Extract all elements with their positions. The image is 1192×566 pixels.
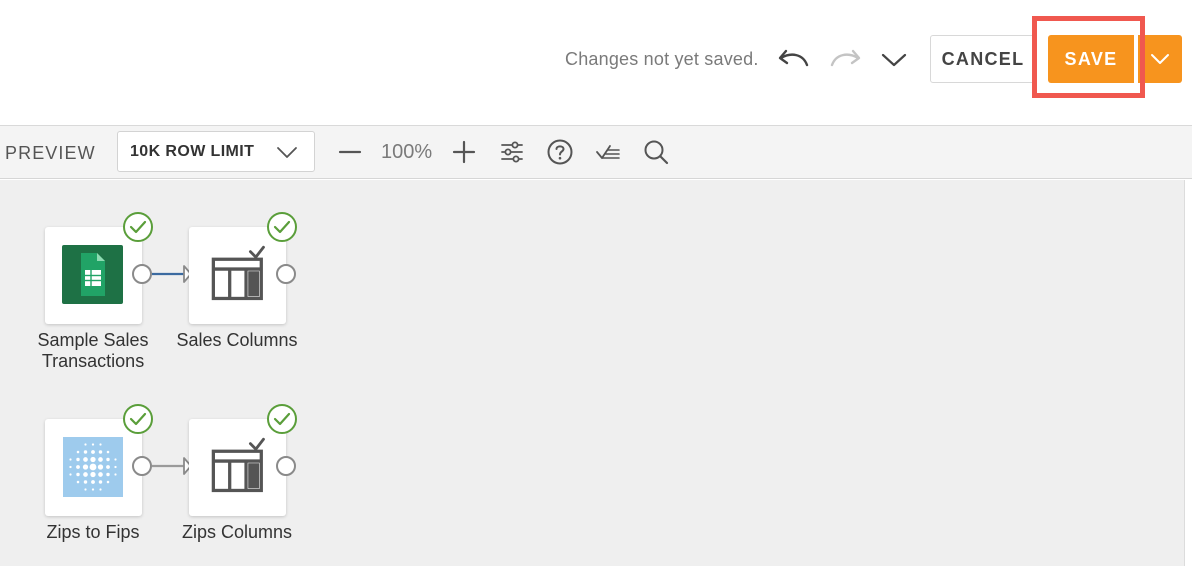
status-badge xyxy=(123,212,153,242)
header-bar: Changes not yet saved. CANCEL SAVE xyxy=(0,0,1192,126)
node-label: Sample Sales Transactions xyxy=(18,330,168,372)
settings-sliders-icon xyxy=(501,141,523,163)
select-columns-icon xyxy=(211,437,265,493)
node-output-port[interactable] xyxy=(276,264,296,284)
settings-button[interactable] xyxy=(494,134,530,170)
zoom-out-icon xyxy=(338,150,362,154)
node-label-line-2: Transactions xyxy=(41,351,145,371)
zoom-level: 100% xyxy=(381,141,433,163)
check-icon xyxy=(129,220,147,234)
dataset-icon xyxy=(69,443,117,491)
zoom-out-button[interactable] xyxy=(332,134,368,170)
select-columns-icon xyxy=(211,245,265,301)
node-label: Sales Columns xyxy=(176,330,298,350)
preview-label: PREVIEW xyxy=(5,143,96,163)
help-icon xyxy=(547,139,573,165)
save-status-text: Changes not yet saved. xyxy=(565,49,759,69)
row-limit-dropdown[interactable]: 10K ROW LIMIT xyxy=(117,131,315,172)
status-badge xyxy=(267,404,297,434)
chevron-down-icon xyxy=(1151,54,1169,64)
redo-icon xyxy=(830,49,861,67)
node-label-line-1: Sample Sales xyxy=(37,330,149,350)
google-sheets-icon xyxy=(81,253,105,296)
chevron-down-icon xyxy=(277,147,297,158)
canvas-toolbar: PREVIEW 10K ROW LIMIT 100% xyxy=(0,126,1192,179)
canvas-scrollbar[interactable] xyxy=(1184,180,1192,566)
flow-edge-zips xyxy=(152,457,192,475)
status-badge xyxy=(267,212,297,242)
undo-button[interactable] xyxy=(774,40,814,80)
undo-icon xyxy=(778,49,809,67)
node-label: Zips to Fips xyxy=(46,522,140,542)
flow-edge-sales xyxy=(152,265,192,283)
cancel-button[interactable]: CANCEL xyxy=(930,35,1036,83)
search-icon xyxy=(644,140,669,165)
validate-icon xyxy=(596,145,620,159)
chevron-down-icon xyxy=(881,53,907,67)
save-button[interactable]: SAVE xyxy=(1048,35,1134,83)
flow-canvas[interactable] xyxy=(0,180,1192,566)
node-output-port[interactable] xyxy=(276,456,296,476)
zoom-in-button[interactable] xyxy=(446,134,482,170)
validate-button[interactable] xyxy=(590,134,626,170)
row-limit-value: 10K ROW LIMIT xyxy=(130,143,255,160)
status-badge xyxy=(123,404,153,434)
node-sales-columns[interactable] xyxy=(189,227,286,324)
check-icon xyxy=(129,412,147,426)
node-label: Zips Columns xyxy=(181,522,293,542)
more-options-button[interactable] xyxy=(874,40,914,80)
node-output-port[interactable] xyxy=(132,264,152,284)
help-button[interactable] xyxy=(542,134,578,170)
node-zips-to-fips[interactable] xyxy=(45,419,142,516)
redo-button[interactable] xyxy=(825,40,865,80)
node-output-port[interactable] xyxy=(132,456,152,476)
check-icon xyxy=(273,412,291,426)
search-button[interactable] xyxy=(638,134,674,170)
save-options-button[interactable] xyxy=(1138,35,1182,83)
node-sample-sales-transactions[interactable] xyxy=(45,227,142,324)
zoom-in-icon xyxy=(452,140,476,164)
node-zips-columns[interactable] xyxy=(189,419,286,516)
check-icon xyxy=(273,220,291,234)
